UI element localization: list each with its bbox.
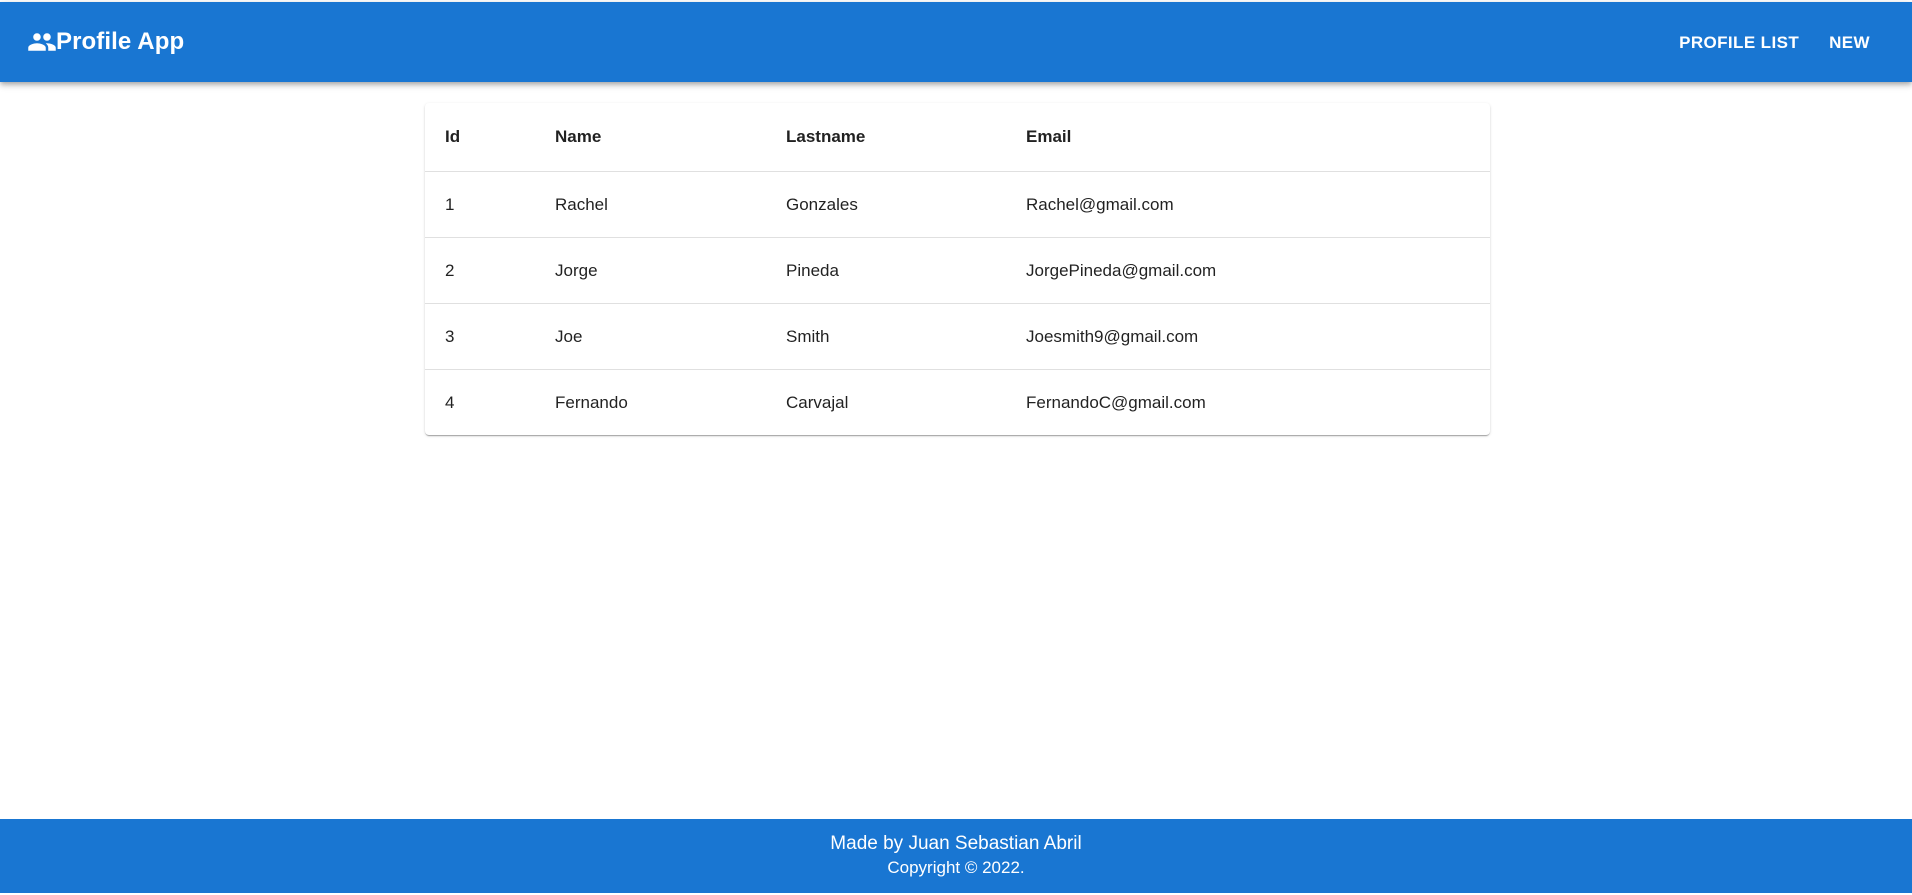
brand-link[interactable]: Profile App: [27, 27, 184, 57]
cell-email: FernandoC@gmail.com: [1026, 392, 1206, 412]
cell-name: Fernando: [555, 392, 628, 412]
table-row[interactable]: 3 Joe Smith Joesmith9@gmail.com: [425, 303, 1490, 370]
table-row[interactable]: 4 Fernando Carvajal FernandoC@gmail.com: [425, 370, 1490, 436]
cell-name: Jorge: [535, 237, 766, 304]
cell-lastname: Smith: [766, 303, 1006, 370]
cell-lastname: Pineda: [766, 237, 1006, 304]
column-header-lastname: Lastname: [766, 103, 1006, 172]
table-row[interactable]: 2 Jorge Pineda JorgePineda@gmail.com: [425, 237, 1490, 304]
column-header-name: Name: [535, 103, 766, 172]
cell-id: 2: [425, 237, 535, 304]
cell-name: Rachel: [535, 171, 766, 238]
footer-credit: Made by Juan Sebastian Abril: [830, 833, 1082, 854]
cell-id: 1: [425, 171, 535, 238]
cell-id: 4: [445, 392, 455, 412]
nav-new-button[interactable]: NEW: [1814, 26, 1885, 59]
people-icon: [28, 33, 56, 51]
footer: Made by Juan Sebastian Abril Copyright ©…: [0, 819, 1912, 893]
table-header-row: Id Name Lastname Email: [425, 103, 1490, 172]
cell-id: 3: [425, 303, 535, 370]
cell-name: Joe: [535, 303, 766, 370]
app-title: Profile App: [56, 28, 185, 55]
table-body: 1 Rachel Gonzales Rachel@gmail.com 2 Jor…: [425, 171, 1490, 436]
cell-email: Joesmith9@gmail.com: [1006, 303, 1490, 370]
footer-copyright: Copyright © 2022.: [887, 858, 1025, 877]
cell-email: JorgePineda@gmail.com: [1006, 237, 1490, 304]
nav-profile-list-button[interactable]: PROFILE LIST: [1664, 26, 1814, 59]
profiles-table: Id Name Lastname Email 1 Rachel Gonzales…: [425, 103, 1490, 435]
profiles-table-card: Id Name Lastname Email 1 Rachel Gonzales…: [425, 103, 1490, 435]
table-row[interactable]: 1 Rachel Gonzales Rachel@gmail.com: [425, 171, 1490, 238]
column-header-id: Id: [425, 103, 535, 172]
column-header-email: Email: [1006, 103, 1490, 172]
app-bar: Profile App PROFILE LIST NEW: [0, 2, 1912, 82]
cell-lastname: Carvajal: [786, 392, 849, 412]
cell-email: Rachel@gmail.com: [1006, 171, 1490, 238]
table-header: Id Name Lastname Email: [425, 103, 1490, 172]
cell-lastname: Gonzales: [766, 171, 1006, 238]
